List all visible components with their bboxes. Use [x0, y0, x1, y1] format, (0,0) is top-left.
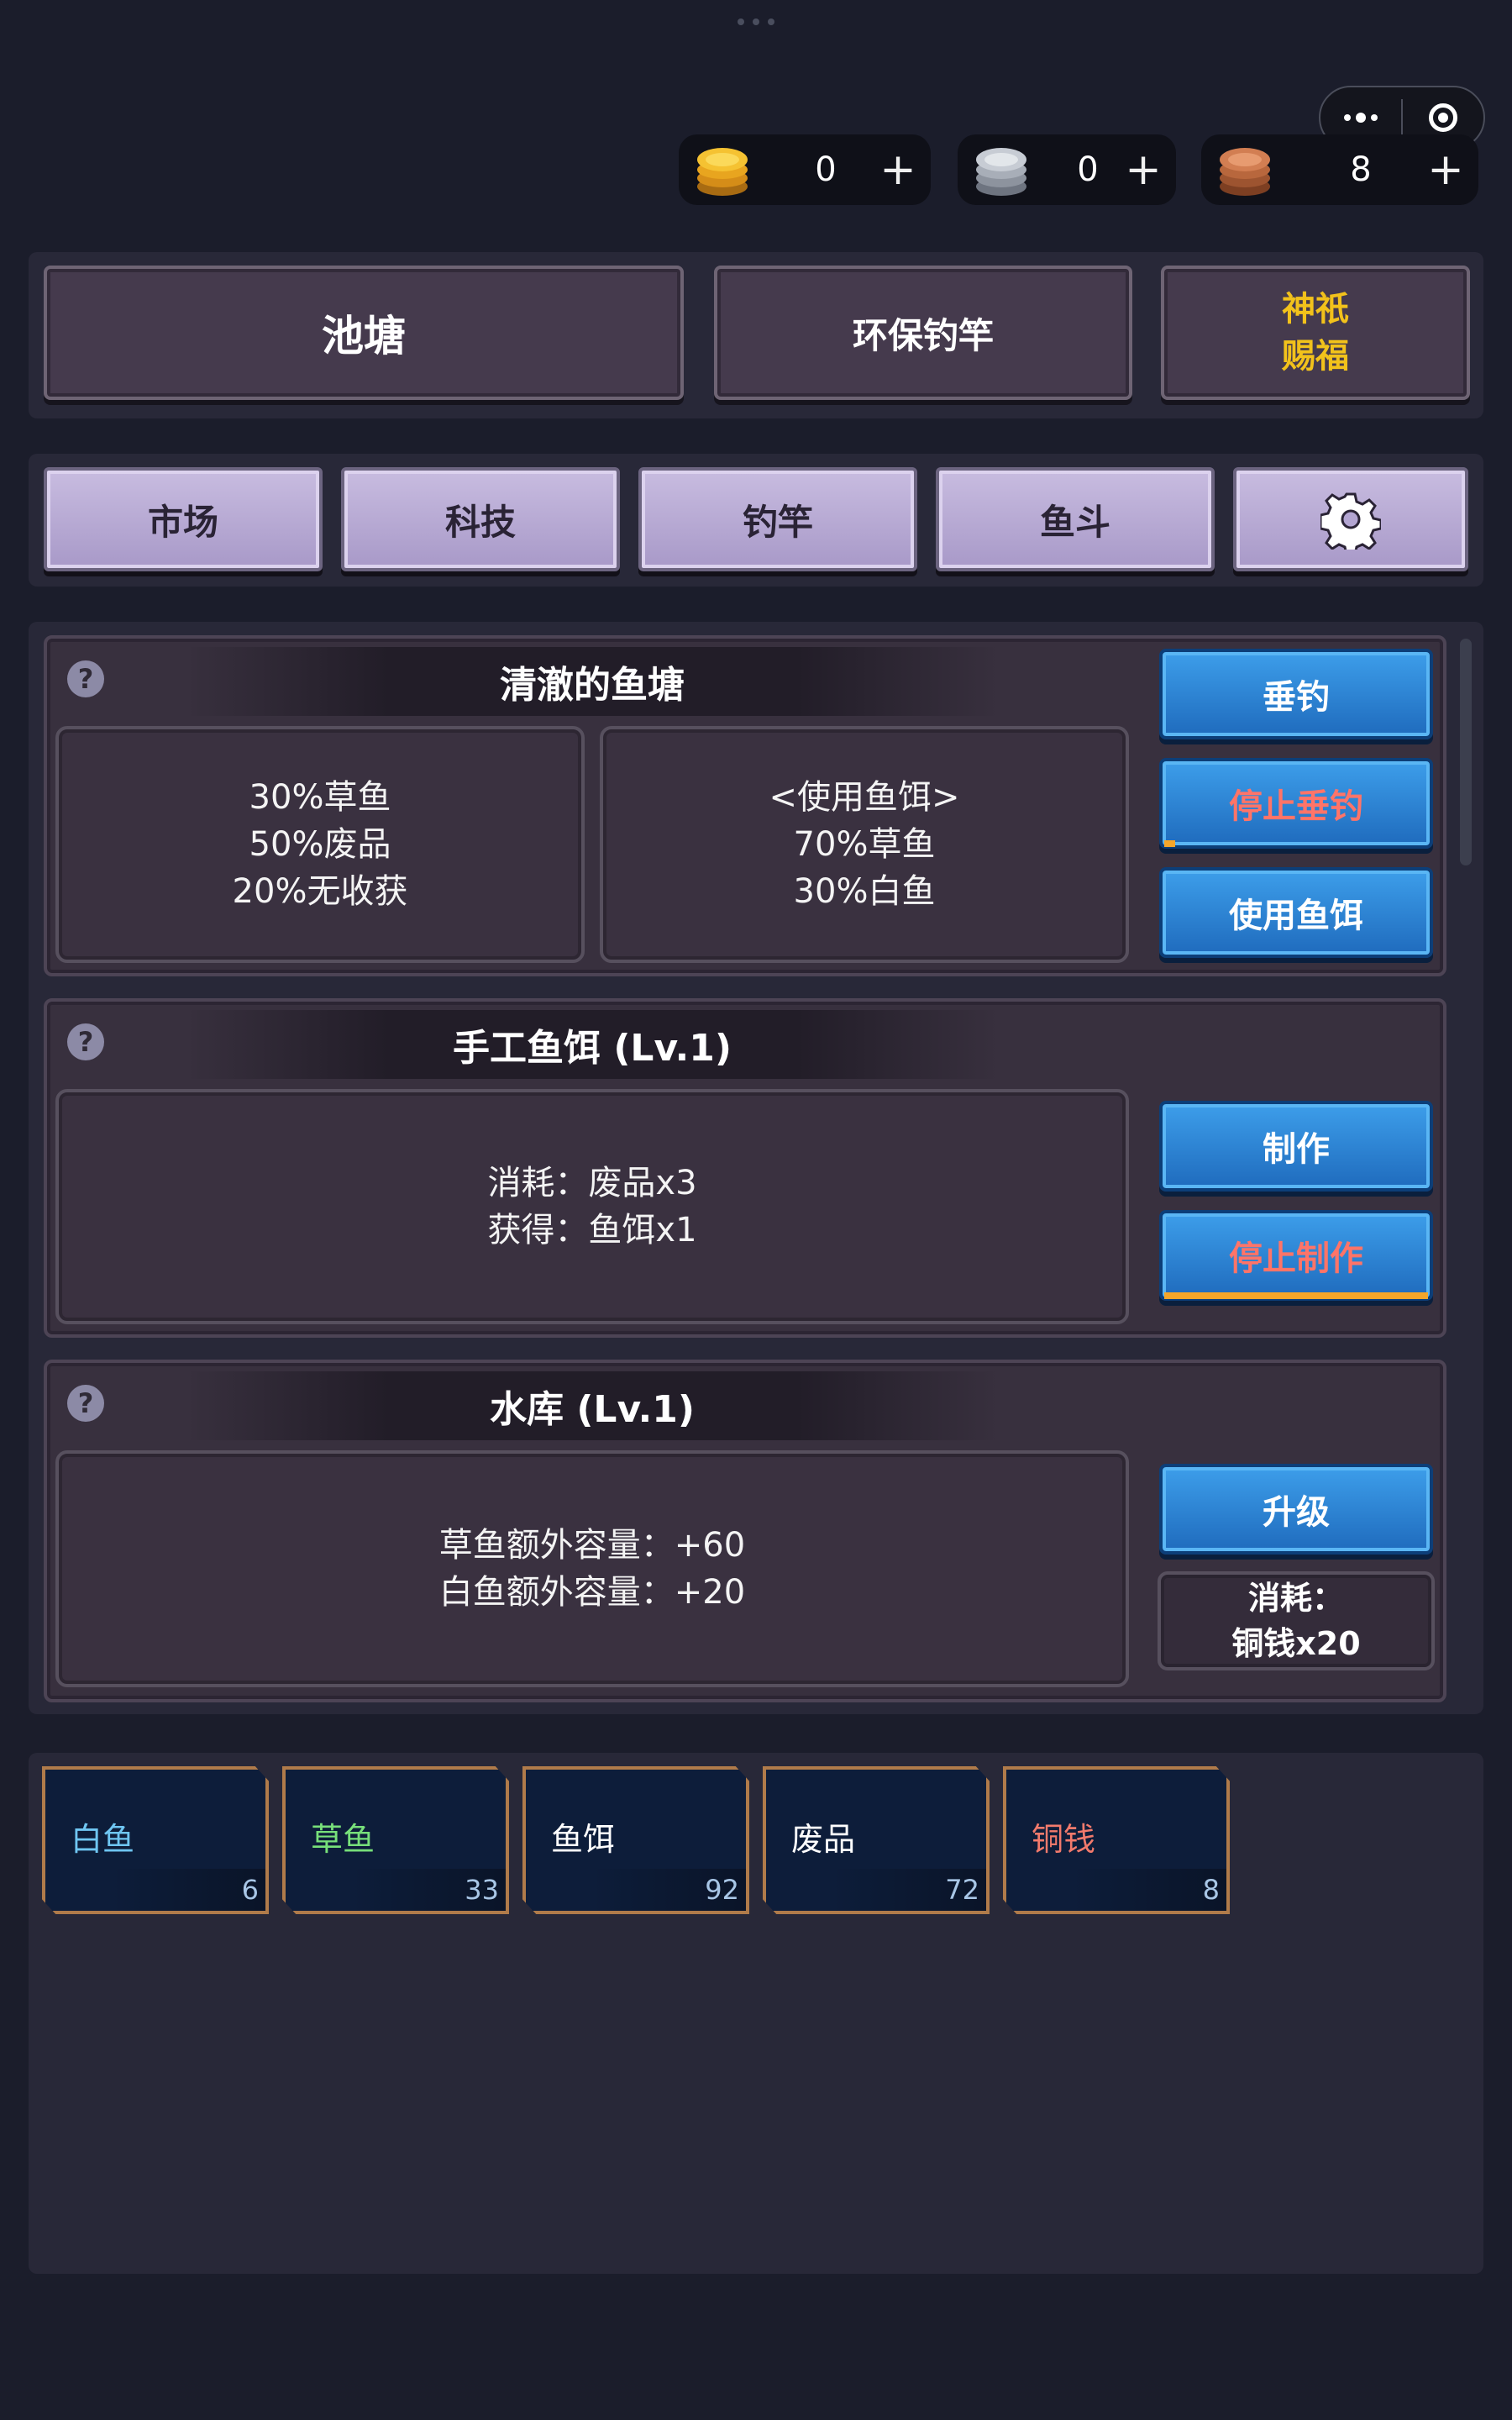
add-gold-button[interactable]: + — [877, 134, 919, 205]
fish-button[interactable]: 垂钓 — [1159, 649, 1433, 739]
reservoir-bonus: 草鱼额外容量：+60 白鱼额外容量：+20 — [55, 1450, 1129, 1687]
copper-currency: 8 + — [1201, 134, 1478, 205]
help-icon[interactable]: ? — [67, 1023, 104, 1060]
odds-line: 20%无收获 — [232, 872, 408, 911]
inventory-item-bait[interactable]: 鱼饵 92 — [522, 1766, 749, 1914]
copper-amount: 8 — [1350, 150, 1372, 189]
bait-title: 手工鱼饵 (Lv.1) — [185, 1010, 1000, 1079]
drag-handle — [731, 18, 781, 30]
silver-amount: 0 — [1077, 150, 1099, 189]
tab-rod[interactable]: 钓竿 — [638, 467, 917, 571]
item-count: 6 — [111, 1869, 265, 1911]
tab-market[interactable]: 市场 — [44, 467, 323, 571]
tab-tech[interactable]: 科技 — [341, 467, 620, 571]
gear-icon — [1320, 492, 1381, 550]
blessing-label-line2: 赐福 — [1282, 337, 1349, 376]
odds-line: 30%草鱼 — [249, 778, 391, 817]
silver-currency: 0 + — [958, 134, 1176, 205]
inventory-item-grass-carp[interactable]: 草鱼 33 — [282, 1766, 509, 1914]
help-icon[interactable]: ? — [67, 660, 104, 697]
item-count: 33 — [351, 1869, 506, 1911]
gold-amount: 0 — [815, 150, 837, 189]
gold-coin-icon — [697, 148, 748, 196]
capacity-line: 草鱼额外容量：+60 — [438, 1526, 746, 1565]
silver-coin-icon — [976, 148, 1026, 196]
inventory-item-copper[interactable]: 铜钱 8 — [1003, 1766, 1230, 1914]
cost-label: 消耗： — [1247, 1580, 1344, 1617]
tab-fish-bucket[interactable]: 鱼斗 — [936, 467, 1215, 571]
inventory-item-white-fish[interactable]: 白鱼 6 — [42, 1766, 269, 1914]
tab-eco-rod[interactable]: 环保钓竿 — [714, 266, 1132, 400]
upgrade-cost: 消耗： 铜钱x20 — [1158, 1571, 1435, 1670]
stop-crafting-button[interactable]: 停止制作 — [1159, 1210, 1433, 1301]
crafting-progress-bar — [1164, 1292, 1428, 1299]
odds-line: 30%白鱼 — [793, 872, 936, 911]
craft-button[interactable]: 制作 — [1159, 1101, 1433, 1192]
odds-line: 70%草鱼 — [793, 825, 936, 864]
more-options-icon[interactable] — [1320, 113, 1401, 123]
scrollbar[interactable] — [1460, 639, 1472, 865]
inventory-item-junk[interactable]: 废品 72 — [763, 1766, 990, 1914]
bait-recipe: 消耗：废品x3 获得：鱼饵x1 — [55, 1089, 1129, 1324]
cost-value: 铜钱x20 — [1231, 1625, 1361, 1662]
reservoir-title: 水库 (Lv.1) — [185, 1371, 1000, 1440]
capacity-line: 白鱼额外容量：+20 — [438, 1573, 746, 1612]
upgrade-button[interactable]: 升级 — [1159, 1464, 1433, 1555]
fishing-progress-bar — [1164, 840, 1175, 847]
help-icon[interactable]: ? — [67, 1385, 104, 1422]
blessing-label-line1: 神祇 — [1282, 290, 1349, 329]
pond-bait-odds: <使用鱼饵> 70%草鱼 30%白鱼 — [600, 726, 1129, 963]
odds-line: 50%废品 — [249, 825, 391, 864]
tab-divine-blessing[interactable]: 神祇 赐福 — [1161, 266, 1470, 400]
item-count: 72 — [832, 1869, 986, 1911]
copper-coin-icon — [1220, 148, 1270, 196]
pond-normal-odds: 30%草鱼 50%废品 20%无收获 — [55, 726, 585, 963]
recipe-line: 获得：鱼饵x1 — [487, 1211, 697, 1249]
stop-fishing-button[interactable]: 停止垂钓 — [1159, 758, 1433, 849]
item-count: 92 — [591, 1869, 746, 1911]
item-count: 8 — [1072, 1869, 1226, 1911]
odds-line: <使用鱼饵> — [769, 778, 960, 817]
recipe-line: 消耗：废品x3 — [487, 1164, 697, 1202]
pond-title: 清澈的鱼塘 — [185, 647, 1000, 716]
gold-currency: 0 + — [679, 134, 931, 205]
close-target-icon[interactable] — [1403, 103, 1483, 132]
use-bait-button[interactable]: 使用鱼饵 — [1159, 867, 1433, 958]
tab-pond[interactable]: 池塘 — [44, 266, 684, 400]
add-copper-button[interactable]: + — [1425, 134, 1467, 205]
settings-button[interactable] — [1233, 467, 1468, 571]
add-silver-button[interactable]: + — [1122, 134, 1164, 205]
